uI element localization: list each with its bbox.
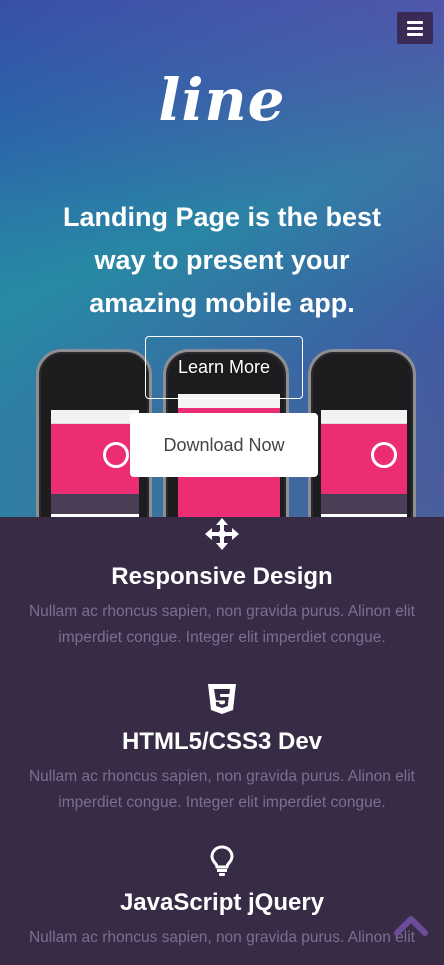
sun-icon bbox=[103, 442, 129, 468]
hamburger-menu-button[interactable] bbox=[397, 12, 433, 44]
feature-javascript-jquery: JavaScript jQuery Nullam ac rhoncus sapi… bbox=[0, 845, 444, 951]
feature-responsive-design: Responsive Design Nullam ac rhoncus sapi… bbox=[0, 517, 444, 651]
menu-bar bbox=[407, 32, 423, 36]
css3-icon bbox=[0, 682, 444, 716]
feature-description: Nullam ac rhoncus sapien, non gravida pu… bbox=[28, 929, 415, 946]
phone-screen bbox=[321, 410, 407, 517]
chevron-up-icon bbox=[394, 916, 428, 936]
feature-html5-css3: HTML5/CSS3 Dev Nullam ac rhoncus sapien,… bbox=[0, 682, 444, 816]
feature-description: Nullam ac rhoncus sapien, non gravida pu… bbox=[28, 603, 415, 646]
download-now-button[interactable]: Download Now bbox=[130, 413, 318, 477]
lightbulb-icon bbox=[0, 845, 444, 877]
feature-title: JavaScript jQuery bbox=[119, 889, 325, 916]
feature-title: HTML5/CSS3 Dev bbox=[121, 728, 323, 755]
sun-icon bbox=[371, 442, 397, 468]
feature-title: Responsive Design bbox=[111, 563, 333, 590]
feature-description: Nullam ac rhoncus sapien, non gravida pu… bbox=[28, 768, 415, 811]
learn-more-button[interactable]: Learn More bbox=[145, 336, 303, 399]
features-section: Responsive Design Nullam ac rhoncus sapi… bbox=[0, 517, 444, 965]
hero-headline: Landing Page is the best way to present … bbox=[62, 202, 382, 318]
menu-bar bbox=[407, 26, 423, 30]
move-arrows-icon bbox=[0, 517, 444, 551]
back-to-top-button[interactable] bbox=[394, 914, 428, 936]
phone-screen bbox=[51, 410, 139, 517]
menu-bar bbox=[407, 20, 423, 24]
hero-section: line Landing Page is the best way to pre… bbox=[0, 0, 444, 517]
phone-mockup-right bbox=[308, 349, 416, 517]
logo: line bbox=[158, 66, 286, 134]
